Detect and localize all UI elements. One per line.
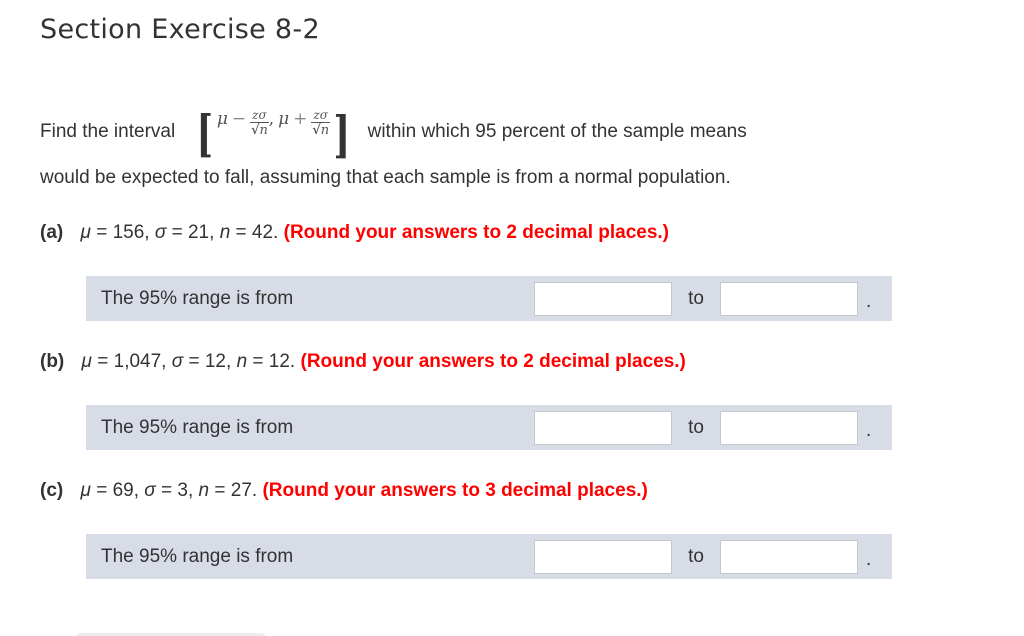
to-label: to: [688, 545, 704, 567]
formula-mu-1: μ: [216, 109, 228, 129]
formula-fraction-2: zσ √n: [311, 109, 330, 139]
right-bracket: ]: [333, 105, 351, 164]
sigma-value: = 12,: [183, 351, 237, 372]
radical-icon: √: [312, 123, 321, 138]
period: .: [866, 548, 872, 570]
mu-symbol: μ: [80, 222, 91, 243]
range-from-input-c[interactable]: [534, 539, 672, 574]
period: .: [866, 290, 872, 312]
range-to-input-a[interactable]: [720, 281, 858, 316]
formula-minus: −: [231, 109, 247, 129]
answer-prompt: The 95% range is from: [101, 416, 294, 438]
n-value: = 42.: [230, 222, 284, 243]
mu-value: = 69,: [90, 480, 145, 501]
answer-row-a: The 95% range is from to .: [86, 276, 892, 321]
range-to-input-b[interactable]: [720, 410, 858, 445]
part-a-label: (a) μ = 156, σ = 21, n = 42. (Round your…: [40, 222, 669, 244]
fraction-numerator: zσ: [311, 108, 330, 123]
rounding-instruction: (Round your answers to 3 decimal places.…: [262, 480, 648, 501]
formula-body: μ − zσ √n , μ + zσ √n: [217, 109, 330, 139]
to-label: to: [688, 287, 704, 309]
mu-symbol: μ: [80, 480, 91, 501]
range-to-input-c[interactable]: [720, 539, 858, 574]
sigma-symbol: σ: [154, 222, 167, 243]
mu-value: = 156,: [90, 222, 155, 243]
sigma-value: = 21,: [166, 222, 220, 243]
range-from-input-a[interactable]: [534, 281, 672, 316]
answer-prompt: The 95% range is from: [101, 287, 294, 309]
answer-prompt: The 95% range is from: [101, 545, 294, 567]
n-symbol: n: [219, 222, 231, 243]
sigma-value: = 3,: [155, 480, 199, 501]
range-from-input-b[interactable]: [534, 410, 672, 445]
n-value: = 27.: [209, 480, 263, 501]
intro-text-before: Find the interval: [40, 121, 176, 142]
part-letter: (b): [40, 351, 65, 372]
part-c-label: (c) μ = 69, σ = 3, n = 27. (Round your a…: [40, 480, 648, 502]
part-letter: (a): [40, 222, 64, 243]
formula-plus: +: [293, 109, 308, 129]
fraction-numerator: zσ: [250, 108, 269, 123]
rounding-instruction: (Round your answers to 2 decimal places.…: [283, 222, 670, 243]
formula-mu-2: μ: [278, 109, 290, 129]
radical-icon: √: [250, 123, 260, 138]
interval-formula: [ μ − zσ √n , μ + zσ √n ]: [193, 104, 353, 160]
formula-comma: ,: [268, 109, 275, 129]
to-label: to: [688, 416, 704, 438]
n-symbol: n: [198, 480, 210, 501]
left-bracket: [: [196, 104, 214, 163]
answer-row-b: The 95% range is from to .: [86, 405, 892, 450]
intro-line-1: Find the interval [ μ − zσ √n , μ + zσ √…: [40, 104, 747, 160]
page-title: Section Exercise 8-2: [40, 14, 320, 45]
fraction-denominator: √n: [250, 123, 268, 138]
sigma-symbol: σ: [171, 351, 184, 372]
fraction-denominator: √n: [312, 123, 330, 138]
mu-value: = 1,047,: [91, 351, 172, 372]
part-b-label: (b) μ = 1,047, σ = 12, n = 12. (Round yo…: [40, 351, 686, 373]
formula-fraction-1: zσ √n: [250, 109, 269, 139]
n-symbol: n: [236, 351, 248, 372]
mu-symbol: μ: [81, 351, 92, 372]
answer-row-c: The 95% range is from to .: [86, 534, 892, 579]
period: .: [866, 419, 872, 441]
intro-line-2: would be expected to fall, assuming that…: [40, 167, 731, 188]
n-value: = 12.: [247, 351, 301, 372]
rounding-instruction: (Round your answers to 2 decimal places.…: [300, 351, 686, 372]
intro-text-after: within which 95 percent of the sample me…: [367, 121, 747, 142]
sigma-symbol: σ: [144, 480, 156, 501]
part-letter: (c): [40, 480, 64, 501]
